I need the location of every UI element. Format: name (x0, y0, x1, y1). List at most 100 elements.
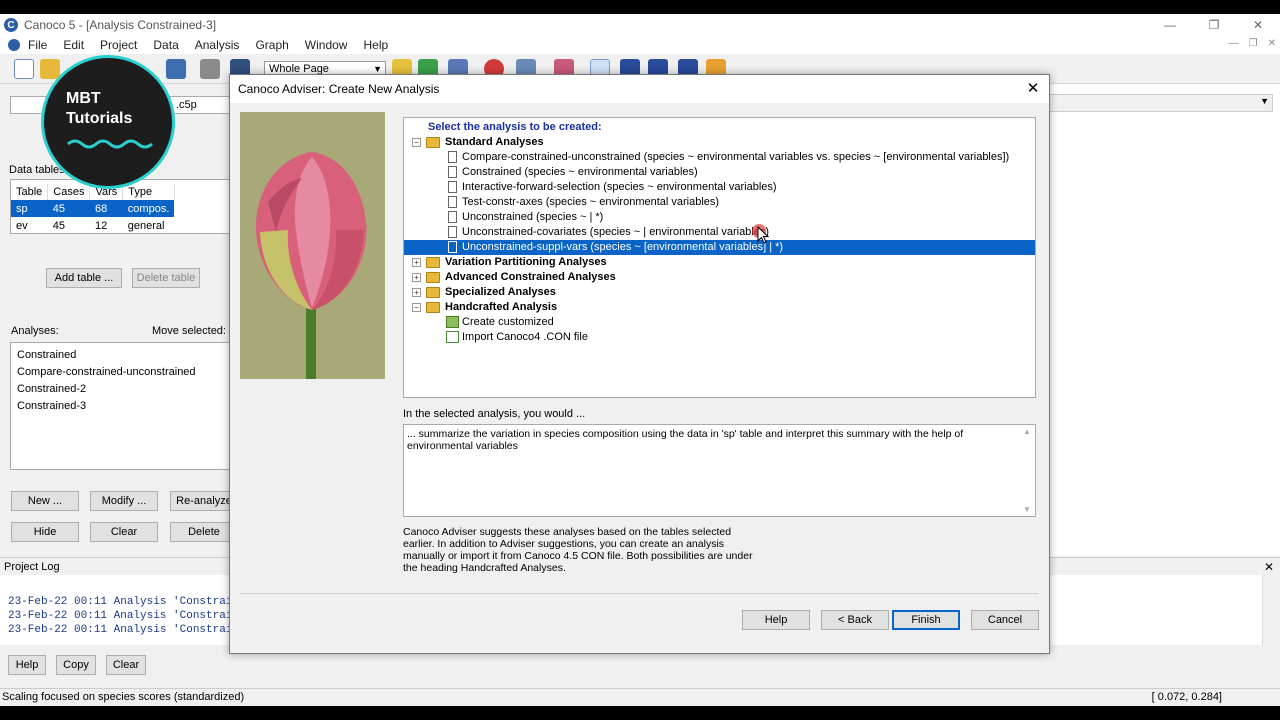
log-clear-button[interactable]: Clear (106, 655, 146, 675)
table-row[interactable]: ev 45 12 general (11, 217, 174, 233)
tree-group-standard[interactable]: − Standard Analyses (404, 135, 1035, 150)
project-log-title: Project Log (4, 561, 60, 573)
scroll-up-icon[interactable]: ▲ (1020, 426, 1034, 438)
tree-item-label: Compare-constrained-unconstrained (speci… (462, 151, 1010, 163)
tree-item-analysis[interactable]: Constrained (species ~ environmental var… (404, 165, 1035, 180)
document-icon (448, 211, 457, 223)
print-icon[interactable] (200, 59, 220, 79)
document-area (1048, 84, 1280, 556)
expand-icon[interactable]: + (412, 288, 421, 297)
menu-analysis[interactable]: Analysis (187, 38, 248, 52)
document-menu-icon[interactable] (8, 39, 20, 51)
tree-group-specialized[interactable]: + Specialized Analyses (404, 285, 1035, 300)
back-button[interactable]: < Back (821, 610, 889, 630)
hide-button[interactable]: Hide (11, 522, 79, 542)
data-table-icon[interactable] (166, 59, 186, 79)
dialog-title-bar: Canoco Adviser: Create New Analysis ✕ (230, 75, 1049, 103)
list-item[interactable]: Constrained-2 (17, 381, 223, 398)
tree-item-analysis[interactable]: Unconstrained (species ~ | *) (404, 210, 1035, 225)
doc-minimize-icon[interactable]: — (1229, 38, 1239, 49)
col-cases[interactable]: Cases (47, 184, 91, 200)
analyses-list[interactable]: Constrained Compare-constrained-unconstr… (10, 342, 230, 470)
log-copy-button[interactable]: Copy (56, 655, 96, 675)
close-log-icon[interactable]: ✕ (1264, 558, 1274, 576)
folder-icon (426, 137, 440, 148)
document-tab-strip[interactable]: ▼ (1048, 94, 1273, 112)
col-type[interactable]: Type (122, 184, 175, 200)
add-table-button[interactable]: Add table ... (46, 268, 122, 288)
reanalyze-button[interactable]: Re-analyze (170, 491, 238, 511)
tree-item-create-customized[interactable]: Create customized (404, 315, 1035, 330)
finish-button[interactable]: Finish (892, 610, 960, 630)
document-icon (448, 226, 457, 238)
tree-group-handcrafted[interactable]: − Handcrafted Analysis (404, 300, 1035, 315)
tree-item-analysis[interactable]: Test-constr-axes (species ~ environmenta… (404, 195, 1035, 210)
cancel-button[interactable]: Cancel (971, 610, 1039, 630)
table-cell-cases: 45 (47, 200, 90, 217)
dialog-divider (240, 593, 1039, 594)
open-folder-icon[interactable] (40, 59, 60, 79)
logo-line-2: Tutorials (66, 110, 133, 127)
expand-icon[interactable]: + (412, 273, 421, 282)
list-item[interactable]: Constrained-3 (17, 398, 223, 415)
close-icon[interactable]: ✕ (1023, 79, 1043, 99)
new-analysis-button[interactable]: New ... (11, 491, 79, 511)
document-icon (448, 181, 457, 193)
tree-group-advanced-constrained[interactable]: + Advanced Constrained Analyses (404, 270, 1035, 285)
close-icon[interactable]: ✕ (1236, 14, 1280, 36)
document-icon (448, 196, 457, 208)
delete-analysis-button[interactable]: Delete (170, 522, 238, 542)
table-cell-cases: 45 (52, 219, 66, 232)
table-cell-type: general (127, 219, 165, 232)
clear-analyses-button[interactable]: Clear (90, 522, 158, 542)
tree-item-analysis[interactable]: Unconstrained-covariates (species ~ | en… (404, 225, 1035, 240)
menu-window[interactable]: Window (297, 38, 356, 52)
table-row[interactable]: sp 45 68 compos. (11, 200, 175, 217)
folder-icon (426, 302, 440, 313)
description-scrollbar[interactable]: ▲ ▼ (1020, 426, 1034, 515)
menu-file[interactable]: File (20, 38, 55, 52)
menu-edit[interactable]: Edit (55, 38, 92, 52)
menu-data[interactable]: Data (145, 38, 186, 52)
tree-item-analysis[interactable]: Interactive-forward-selection (species ~… (404, 180, 1035, 195)
help-button[interactable]: Help (742, 610, 810, 630)
doc-restore-icon[interactable]: ❐ (1249, 38, 1258, 49)
log-help-button[interactable]: Help (8, 655, 46, 675)
tree-item-label: Interactive-forward-selection (species ~… (462, 181, 777, 193)
analysis-tree[interactable]: Select the analysis to be created: − Sta… (403, 117, 1036, 398)
import-file-icon (446, 331, 459, 343)
list-item[interactable]: Compare-constrained-unconstrained (17, 364, 223, 381)
tree-group-label: Specialized Analyses (445, 286, 556, 298)
description-box: ... summarize the variation in species c… (403, 424, 1036, 517)
customize-tool-icon (446, 316, 459, 328)
tree-item-analysis[interactable]: Compare-constrained-unconstrained (speci… (404, 150, 1035, 165)
collapse-icon[interactable]: − (412, 303, 421, 312)
menu-project[interactable]: Project (92, 38, 145, 52)
mbt-tutorials-logo: MBT Tutorials (41, 55, 175, 189)
logo-line-1: MBT (66, 90, 101, 107)
expand-icon[interactable]: + (412, 258, 421, 267)
restore-icon[interactable]: ❐ (1192, 14, 1236, 36)
doc-close-icon[interactable]: ✕ (1268, 38, 1276, 49)
log-scrollbar[interactable] (1262, 575, 1280, 645)
tree-group-variation-partitioning[interactable]: + Variation Partitioning Analyses (404, 255, 1035, 270)
new-project-icon[interactable] (14, 59, 34, 79)
tree-item-label: Import Canoco4 .CON file (462, 331, 588, 343)
menu-help[interactable]: Help (355, 38, 396, 52)
analyses-label: Analyses: (11, 325, 59, 337)
status-message: Scaling focused on species scores (stand… (2, 691, 245, 703)
minimize-icon[interactable]: — (1148, 14, 1192, 36)
scroll-down-icon[interactable]: ▼ (1020, 504, 1034, 516)
tree-item-analysis-selected[interactable]: Unconstrained-suppl-vars (species ~ [env… (404, 240, 1035, 255)
list-item[interactable]: Constrained (17, 347, 223, 364)
tree-item-import-con[interactable]: Import Canoco4 .CON file (404, 330, 1035, 345)
menu-graph[interactable]: Graph (247, 38, 296, 52)
move-selected-label: Move selected: (152, 325, 226, 337)
folder-icon (426, 272, 440, 283)
col-table[interactable]: Table (11, 184, 49, 200)
description-label: In the selected analysis, you would ... (403, 408, 586, 420)
delete-table-button[interactable]: Delete table (132, 268, 200, 288)
modify-analysis-button[interactable]: Modify ... (90, 491, 158, 511)
tree-item-label: Test-constr-axes (species ~ environmenta… (462, 196, 720, 208)
collapse-icon[interactable]: − (412, 138, 421, 147)
